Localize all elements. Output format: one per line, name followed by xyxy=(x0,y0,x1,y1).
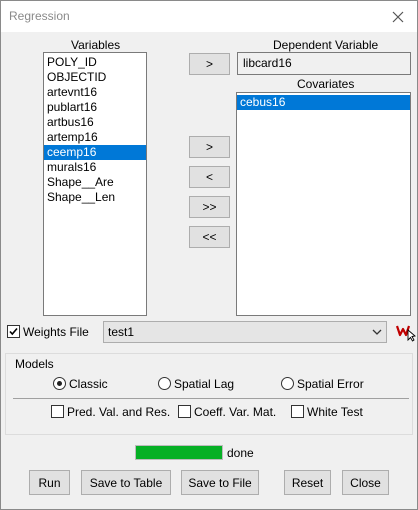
chevron-down-icon xyxy=(372,329,382,335)
progress-bar-fill xyxy=(136,446,222,459)
variable-list-item[interactable]: artevnt16 xyxy=(44,85,146,100)
pred-val-res-checkbox[interactable] xyxy=(51,405,64,418)
weights-file-icon xyxy=(395,325,417,342)
weights-file-select[interactable]: test1 xyxy=(103,321,387,343)
models-separator xyxy=(13,398,409,399)
weights-file-icon-button[interactable] xyxy=(395,322,417,342)
variable-list-item[interactable]: murals16 xyxy=(44,160,146,175)
pred-val-res-label: Pred. Val. and Res. xyxy=(67,405,171,419)
window-title: Regression xyxy=(9,9,70,23)
close-window-button[interactable] xyxy=(381,1,415,32)
white-test-label: White Test xyxy=(307,405,363,419)
weights-file-label: Weights File xyxy=(23,325,89,339)
models-label: Models xyxy=(13,357,56,371)
weights-file-value: test1 xyxy=(108,325,135,339)
coeff-var-mat-checkbox[interactable] xyxy=(178,405,191,418)
variable-list-item[interactable]: Shape__Len xyxy=(44,190,146,205)
models-group xyxy=(5,353,413,435)
variable-list-item[interactable]: ceemp16 xyxy=(44,145,146,160)
checkmark-icon xyxy=(9,327,18,336)
add-covariate-button[interactable]: > xyxy=(189,136,230,158)
covariate-list-item[interactable]: cebus16 xyxy=(237,95,410,110)
variable-list-item[interactable]: artemp16 xyxy=(44,130,146,145)
progress-status: done xyxy=(227,446,254,460)
title-bar: Regression xyxy=(1,1,417,32)
variable-list-item[interactable]: artbus16 xyxy=(44,115,146,130)
coeff-var-mat-label: Coeff. Var. Mat. xyxy=(194,405,277,419)
white-test-checkbox[interactable] xyxy=(291,405,304,418)
regression-dialog: Regression Variables POLY_ID OBJECTID arte… xyxy=(0,0,418,510)
variables-label: Variables xyxy=(71,38,121,52)
dependent-variable-field[interactable]: libcard16 xyxy=(237,52,411,75)
covariates-label: Covariates xyxy=(297,77,355,91)
close-icon xyxy=(392,11,404,22)
classic-radio-label: Classic xyxy=(69,377,108,391)
variable-list-item[interactable]: publart16 xyxy=(44,100,146,115)
classic-radio[interactable] xyxy=(53,377,66,390)
progress-bar xyxy=(135,445,223,460)
remove-covariate-button[interactable]: < xyxy=(189,166,230,188)
weights-file-checkbox[interactable] xyxy=(7,325,20,338)
variables-listbox[interactable]: POLY_ID OBJECTID artevnt16 publart16 artbus1… xyxy=(43,52,147,316)
spatial-lag-radio-label: Spatial Lag xyxy=(174,377,235,391)
remove-all-covariates-button[interactable]: << xyxy=(189,226,230,248)
run-button[interactable]: Run xyxy=(29,470,70,495)
reset-button[interactable]: Reset xyxy=(284,470,331,495)
spatial-lag-radio[interactable] xyxy=(158,377,171,390)
spatial-error-radio-label: Spatial Error xyxy=(297,377,364,391)
variable-list-item[interactable]: Shape__Are xyxy=(44,175,146,190)
close-button[interactable]: Close xyxy=(342,470,389,495)
add-all-covariates-button[interactable]: >> xyxy=(189,196,230,218)
dependent-variable-label: Dependent Variable xyxy=(273,38,379,52)
covariates-listbox[interactable]: cebus16 xyxy=(236,92,411,316)
set-dependent-button[interactable]: > xyxy=(189,53,230,75)
spatial-error-radio[interactable] xyxy=(281,377,294,390)
save-to-table-button[interactable]: Save to Table xyxy=(81,470,171,495)
variable-list-item[interactable]: POLY_ID xyxy=(44,55,146,70)
save-to-file-button[interactable]: Save to File xyxy=(181,470,259,495)
variable-list-item[interactable]: OBJECTID xyxy=(44,70,146,85)
